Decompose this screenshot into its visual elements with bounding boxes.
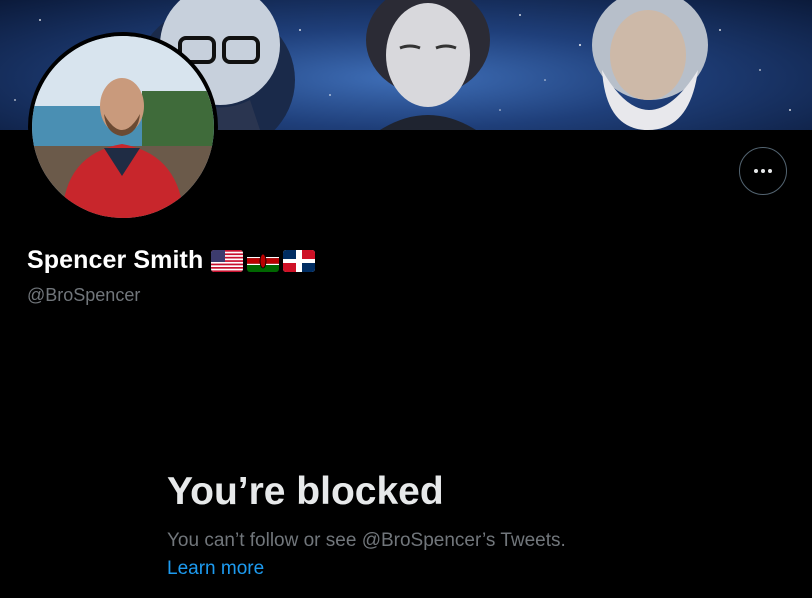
more-options-button[interactable] bbox=[739, 147, 787, 195]
banner-portrait-right bbox=[592, 0, 708, 130]
dominican-republic-flag-icon bbox=[283, 249, 316, 272]
profile-avatar[interactable] bbox=[28, 32, 218, 222]
more-dot bbox=[768, 169, 772, 173]
blocked-title: You’re blocked bbox=[167, 470, 444, 513]
profile-handle: @BroSpencer bbox=[27, 285, 141, 305]
learn-more-link[interactable]: Learn more bbox=[167, 558, 264, 580]
us-flag-icon bbox=[211, 249, 244, 272]
more-horizontal-icon bbox=[754, 169, 758, 173]
kenya-flag-icon bbox=[247, 249, 280, 272]
flag-emojis bbox=[211, 249, 319, 272]
banner-portrait-middle bbox=[366, 0, 490, 130]
blocked-message: You can’t follow or see @BroSpencer’s Tw… bbox=[167, 530, 566, 551]
avatar-photo bbox=[32, 36, 214, 218]
more-dot bbox=[761, 169, 765, 173]
display-name: Spencer Smith bbox=[27, 246, 204, 274]
profile-name-row: Spencer Smith bbox=[27, 246, 319, 275]
